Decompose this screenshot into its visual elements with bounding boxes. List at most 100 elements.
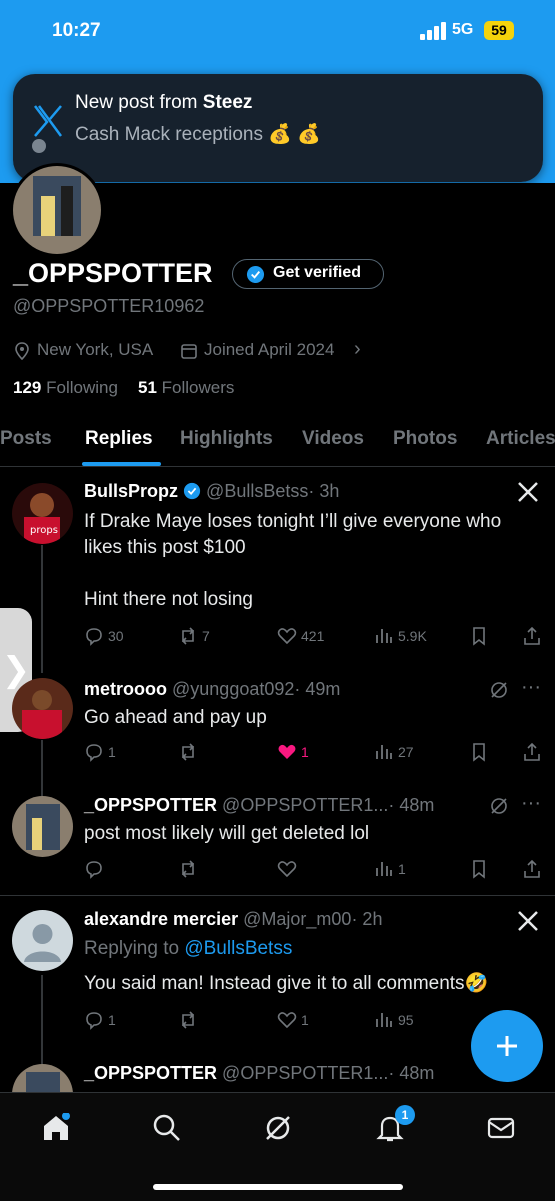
share-icon (524, 859, 540, 878)
post-header: _OPPSPOTTER @OPPSPOTTER1...· 48m (84, 1063, 434, 1084)
views-chart-icon (376, 862, 392, 876)
post-time: · 49m (294, 679, 341, 699)
notification-body: Cash Mack receptions 💰 💰 (75, 124, 321, 145)
avatar[interactable] (12, 678, 73, 739)
post-handle[interactable]: @OPPSPOTTER1... (222, 1063, 388, 1083)
reply-icon (86, 861, 102, 879)
svg-text:props: props (30, 525, 58, 536)
reply-icon (86, 744, 102, 762)
heart-icon (277, 861, 297, 878)
replying-to-handle[interactable]: @BullsBetss (184, 938, 292, 959)
x-logo-icon[interactable] (517, 481, 539, 503)
messages-icon[interactable] (486, 1113, 516, 1143)
repost-button[interactable] (178, 857, 202, 881)
reply-button[interactable]: 1 (84, 740, 116, 764)
thread-line (41, 545, 43, 673)
views-button[interactable]: 27 (374, 740, 414, 764)
grok-icon[interactable] (489, 680, 509, 700)
reply-icon (86, 1012, 102, 1030)
tab-photos[interactable]: Photos (393, 428, 457, 450)
bookmark-icon (473, 743, 485, 762)
profile-joined: Joined April 2024 (204, 340, 335, 359)
views-chart-icon (376, 629, 392, 643)
post-text: post most likely will get deleted lol (84, 823, 370, 844)
like-button[interactable]: 1 (277, 1008, 309, 1032)
post-author[interactable]: BullsPropz (84, 481, 178, 501)
tab-articles[interactable]: Articles (486, 428, 555, 450)
divider (0, 895, 555, 896)
following-link[interactable]: 129 Following (13, 378, 118, 398)
post-actions: 30 7 421 5.9K (84, 624, 544, 648)
views-chart-icon (376, 1013, 392, 1027)
get-verified-button[interactable]: Get verified (232, 259, 384, 289)
post-text: Go ahead and pay up (84, 707, 267, 728)
home-indicator (153, 1184, 403, 1190)
post-header: alexandre mercier @Major_m00· 2h (84, 909, 382, 930)
tab-videos[interactable]: Videos (302, 428, 364, 450)
bookmark-icon (473, 860, 485, 879)
post-time: · 48m (388, 795, 435, 815)
thread-line (41, 740, 43, 796)
heart-filled-icon (278, 744, 296, 759)
post-author[interactable]: alexandre mercier (84, 909, 238, 929)
followers-link[interactable]: 51 Followers (138, 378, 234, 398)
bookmark-button[interactable] (469, 740, 493, 764)
share-button[interactable] (522, 857, 546, 881)
repost-button[interactable]: 7 (178, 624, 210, 648)
repost-icon (181, 743, 195, 761)
share-button[interactable] (522, 624, 546, 648)
x-logo-icon[interactable] (517, 910, 539, 932)
profile-name: _OPPSPOTTER (13, 258, 213, 288)
post-text: You said man! Instead give it to all com… (84, 973, 489, 994)
battery-level: 59 (484, 21, 514, 40)
chevron-right-icon[interactable]: › (354, 338, 361, 361)
post-author[interactable]: metroooo (84, 679, 167, 699)
compose-button[interactable] (471, 1010, 543, 1082)
post-handle[interactable]: @yunggoat092 (172, 679, 294, 699)
post-author[interactable]: _OPPSPOTTER (84, 795, 217, 815)
push-notification[interactable]: New post from Steez Cash Mack receptions… (13, 74, 543, 182)
bookmark-button[interactable] (469, 857, 493, 881)
post-handle[interactable]: @Major_m00 (243, 909, 351, 929)
more-options-icon[interactable]: ··· (521, 792, 541, 815)
more-options-icon[interactable]: ··· (521, 676, 541, 699)
reply-button[interactable] (84, 857, 108, 881)
reply-button[interactable]: 1 (84, 1008, 116, 1032)
avatar[interactable]: props (12, 483, 73, 544)
post-handle[interactable]: @OPPSPOTTER1... (222, 795, 388, 815)
profile-avatar[interactable] (10, 163, 104, 257)
avatar[interactable] (12, 796, 73, 857)
thread-line (41, 975, 43, 1065)
reply-button[interactable]: 30 (84, 624, 124, 648)
share-button[interactable] (522, 740, 546, 764)
post-actions: 1 1 27 (84, 740, 544, 764)
signal-icon (420, 22, 446, 40)
repost-button[interactable] (178, 1008, 202, 1032)
tab-highlights[interactable]: Highlights (180, 428, 273, 450)
views-button[interactable]: 95 (374, 1008, 414, 1032)
views-button[interactable]: 5.9K (374, 624, 427, 648)
repost-button[interactable] (178, 740, 202, 764)
search-icon[interactable] (152, 1113, 182, 1143)
home-icon[interactable] (41, 1113, 71, 1143)
status-time: 10:27 (52, 20, 101, 41)
network-type: 5G (452, 21, 474, 38)
like-button[interactable]: 421 (277, 624, 324, 648)
avatar[interactable] (12, 910, 73, 971)
tab-posts[interactable]: Posts (0, 428, 52, 450)
views-button[interactable]: 1 (374, 857, 406, 881)
grok-icon[interactable] (263, 1113, 293, 1143)
like-button[interactable] (277, 857, 301, 881)
views-chart-icon (376, 745, 392, 759)
post-handle[interactable]: @BullsBetss (206, 481, 308, 501)
post-actions: 1 (84, 857, 544, 881)
verified-badge-icon (183, 482, 201, 500)
grok-icon[interactable] (489, 796, 509, 816)
profile-handle: @OPPSPOTTER10962 (13, 296, 205, 316)
bookmark-button[interactable] (469, 624, 493, 648)
get-verified-label: Get verified (273, 264, 362, 281)
tab-replies[interactable]: Replies (85, 428, 153, 450)
post-text: If Drake Maye loses tonight I’ll give ev… (84, 511, 502, 610)
post-author[interactable]: _OPPSPOTTER (84, 1063, 217, 1083)
like-button[interactable]: 1 (277, 740, 309, 764)
